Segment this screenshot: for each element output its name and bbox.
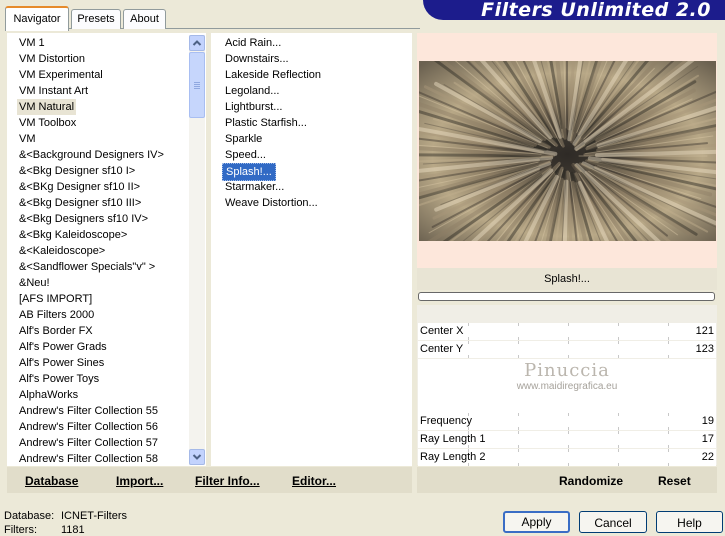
parameter-label: Frequency: [420, 415, 472, 427]
parameter-value: 19: [701, 415, 714, 427]
parameter-slider[interactable]: Center X 121: [418, 323, 716, 340]
category-item[interactable]: Andrew's Filter Collection 56: [17, 419, 160, 435]
parameter-label: Center Y: [420, 343, 464, 355]
category-item[interactable]: &Neu!: [17, 275, 52, 291]
parameter-label: Ray Length 1: [420, 433, 486, 445]
category-item[interactable]: &<Bkg Designer sf10 I>: [17, 163, 137, 179]
category-item[interactable]: Andrew's Filter Collection 58: [17, 451, 160, 467]
category-item[interactable]: Alf's Power Sines: [17, 355, 106, 371]
tab-about[interactable]: About: [123, 9, 166, 29]
category-item[interactable]: &<Background Designers IV>: [17, 147, 166, 163]
category-item[interactable]: AlphaWorks: [17, 387, 80, 403]
category-item[interactable]: &<Kaleidoscope>: [17, 243, 107, 259]
filter-item[interactable]: Speed...: [222, 147, 269, 163]
category-item[interactable]: VM Experimental: [17, 67, 105, 83]
cancel-button[interactable]: Cancel: [579, 511, 647, 533]
help-button[interactable]: Help: [656, 511, 723, 533]
preview-label: Splash!...: [417, 268, 717, 290]
preview-image: [419, 61, 716, 241]
filter-item[interactable]: Weave Distortion...: [222, 195, 321, 211]
category-item[interactable]: Alf's Power Toys: [17, 371, 101, 387]
category-item[interactable]: Alf's Power Grads: [17, 339, 109, 355]
parameter-value: 123: [695, 343, 714, 355]
app-title: Filters Unlimited 2.0: [481, 0, 711, 21]
filters-count-label: Filters:: [4, 524, 37, 536]
parameter-slider[interactable]: Ray Length 2 22: [418, 449, 716, 466]
category-item[interactable]: Alf's Border FX: [17, 323, 95, 339]
category-item[interactable]: AB Filters 2000: [17, 307, 96, 323]
preview-area: [417, 33, 717, 268]
parameter-value: 121: [695, 325, 714, 337]
category-item[interactable]: VM Distortion: [17, 51, 87, 67]
import-button[interactable]: Import...: [116, 474, 163, 488]
category-item[interactable]: VM: [17, 131, 38, 147]
editor-button[interactable]: Editor...: [292, 474, 336, 488]
category-scrollbar[interactable]: [189, 35, 205, 465]
category-item[interactable]: Andrew's Filter Collection 57: [17, 435, 160, 451]
category-item[interactable]: &<Bkg Designer sf10 III>: [17, 195, 143, 211]
category-item[interactable]: VM 1: [17, 35, 47, 51]
tab-presets[interactable]: Presets: [71, 9, 121, 29]
watermark-name: Pinuccia: [524, 360, 610, 381]
category-item[interactable]: VM Instant Art: [17, 83, 90, 99]
filter-item[interactable]: Legoland...: [222, 83, 282, 99]
category-list[interactable]: VM 1 VM Distortion VM Experimental VM Insta…: [7, 33, 206, 466]
randomize-button[interactable]: Randomize: [559, 474, 623, 488]
category-item[interactable]: Andrew's Filter Collection 55: [17, 403, 160, 419]
filter-info-button[interactable]: Filter Info...: [195, 474, 260, 488]
scroll-thumb[interactable]: [189, 52, 205, 118]
apply-button[interactable]: Apply: [503, 511, 570, 533]
chevron-up-icon: [192, 40, 202, 46]
filter-item[interactable]: Starmaker...: [222, 179, 287, 195]
parameter-label: Center X: [420, 325, 464, 337]
category-item[interactable]: &<Bkg Kaleidoscope>: [17, 227, 129, 243]
category-item[interactable]: VM Natural: [17, 99, 77, 115]
filters-count-value: 1181: [61, 524, 85, 536]
reset-button[interactable]: Reset: [658, 474, 691, 488]
parameter-slider[interactable]: Ray Length 1 17: [418, 431, 716, 448]
database-label: Database:: [4, 510, 55, 522]
category-item[interactable]: &<BKg Designer sf10 II>: [17, 179, 142, 195]
filter-item[interactable]: Downstairs...: [222, 51, 292, 67]
progress-bar: [418, 292, 715, 301]
parameter-slider[interactable]: Frequency 19: [418, 413, 716, 430]
filter-item[interactable]: Sparkle: [222, 131, 265, 147]
filter-item[interactable]: Plastic Starfish...: [222, 115, 310, 131]
database-button[interactable]: Database: [25, 474, 78, 488]
filter-item[interactable]: Lakeside Reflection: [222, 67, 324, 83]
chevron-down-icon: [192, 454, 202, 460]
database-value: ICNET-Filters: [61, 510, 127, 522]
category-item[interactable]: &<Sandflower Specials"v" >: [17, 259, 157, 275]
parameter-label: Ray Length 2: [420, 451, 486, 463]
parameter-value: 22: [701, 451, 714, 463]
parameter-value: 17: [701, 433, 714, 445]
title-banner: Filters Unlimited 2.0: [423, 0, 725, 21]
watermark-url: www.maidiregrafica.eu: [516, 381, 618, 392]
filter-item[interactable]: Acid Rain...: [222, 35, 284, 51]
scroll-down-button[interactable]: [189, 449, 205, 465]
parameter-slider[interactable]: Center Y 123: [418, 341, 716, 358]
category-item[interactable]: VM Toolbox: [17, 115, 78, 131]
filter-list[interactable]: Acid Rain... Downstairs... Lakeside Reflec…: [211, 33, 412, 466]
category-item[interactable]: [AFS IMPORT]: [17, 291, 94, 307]
filter-item[interactable]: Lightburst...: [222, 99, 285, 115]
tab-navigator[interactable]: Navigator: [5, 6, 69, 31]
category-item[interactable]: &<Bkg Designers sf10 IV>: [17, 211, 150, 227]
scroll-up-button[interactable]: [189, 35, 205, 51]
